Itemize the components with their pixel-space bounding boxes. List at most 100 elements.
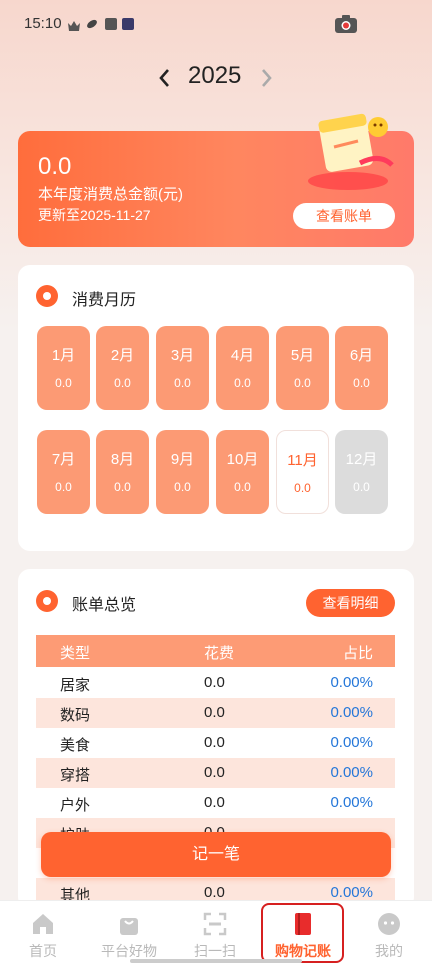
- month-tile[interactable]: 3月 0.0: [156, 326, 209, 410]
- month-label: 9月: [170, 451, 195, 468]
- month-value: 0.0: [234, 376, 251, 390]
- row-type: 美食: [60, 737, 91, 754]
- chevron-right-icon[interactable]: [259, 68, 273, 88]
- tab-label: 首页: [29, 943, 57, 959]
- month-tile[interactable]: 10月 0.0: [216, 430, 269, 514]
- month-tile[interactable]: 9月 0.0: [156, 430, 209, 514]
- home-indicator: [130, 959, 302, 963]
- row-cost: 0.0: [204, 794, 225, 811]
- spending-calendar-panel: 消费月历 1月 0.0 2月 0.0 3月 0.0 4月 0.0 5月 0.0 6月 0.0…: [18, 265, 414, 551]
- month-value: 0.0: [114, 376, 131, 390]
- row-ratio: 0.00%: [330, 674, 373, 691]
- home-icon: [33, 914, 53, 934]
- status-bar: 15:10: [0, 0, 432, 48]
- annual-summary-card: 0.0 本年度消费总金额(元) 更新至2025-11-27 查看账单: [18, 113, 414, 247]
- shopping-bag-icon: [120, 918, 138, 935]
- row-ratio: 0.00%: [330, 884, 373, 901]
- row-type: 数码: [60, 707, 91, 724]
- row-cost: 0.0: [204, 734, 225, 751]
- row-type: 居家: [60, 677, 91, 694]
- month-value: 0.0: [174, 376, 191, 390]
- column-header-ratio: 占比: [342, 645, 373, 662]
- table-row[interactable]: 穿搭 0.0 0.00%: [36, 758, 395, 788]
- bill-overview-title: 账单总览: [72, 597, 137, 614]
- crown-icon: [68, 21, 80, 31]
- tab-label: 平台好物: [101, 943, 157, 959]
- year-label: 2025: [188, 62, 242, 89]
- month-tile-current[interactable]: 11月 0.0: [276, 430, 329, 514]
- tab-profile[interactable]: 我的: [346, 901, 432, 965]
- month-label: 6月: [349, 347, 374, 364]
- month-value: 0.0: [353, 376, 370, 390]
- status-time: 15:10: [24, 15, 62, 32]
- table-row[interactable]: 数码 0.0 0.00%: [36, 698, 395, 728]
- annual-total-value: 0.0: [38, 153, 72, 180]
- row-ratio: 0.00%: [330, 794, 373, 811]
- section-dot-icon: [36, 285, 58, 307]
- scan-icon: [203, 912, 227, 936]
- update-date: 更新至2025-11-27: [38, 207, 151, 223]
- leaf-icon: [87, 19, 97, 29]
- row-ratio: 0.00%: [330, 734, 373, 751]
- month-label: 1月: [51, 347, 76, 364]
- annual-total-label: 本年度消费总金额(元): [38, 186, 183, 203]
- month-label: 8月: [110, 451, 135, 468]
- tab-home[interactable]: 首页: [0, 901, 86, 965]
- month-tile[interactable]: 5月 0.0: [276, 326, 329, 410]
- month-tile[interactable]: 1月 0.0: [37, 326, 90, 410]
- row-cost: 0.0: [204, 704, 225, 721]
- calendar-title: 消费月历: [72, 292, 137, 309]
- table-row[interactable]: 居家 0.0 0.00%: [36, 668, 395, 698]
- month-value: 0.0: [55, 376, 72, 390]
- month-value: 0.0: [294, 481, 311, 495]
- month-tile[interactable]: 6月 0.0: [335, 326, 388, 410]
- year-selector: 2025: [0, 60, 432, 96]
- month-tile[interactable]: 7月 0.0: [37, 430, 90, 514]
- month-label: 4月: [230, 347, 255, 364]
- table-row[interactable]: 美食 0.0 0.00%: [36, 728, 395, 758]
- row-cost: 0.0: [204, 764, 225, 781]
- month-value: 0.0: [353, 480, 370, 494]
- profile-icon: [378, 913, 400, 935]
- table-header: 类型 花费 占比: [36, 635, 395, 667]
- month-label: 10月: [226, 451, 259, 468]
- row-cost: 0.0: [204, 884, 225, 901]
- chevron-left-icon[interactable]: [158, 68, 172, 88]
- record-expense-button[interactable]: 记一笔: [41, 832, 391, 877]
- view-bill-button[interactable]: 查看账单: [293, 203, 395, 229]
- view-detail-button[interactable]: 查看明细: [306, 589, 395, 617]
- play-icon: [122, 18, 134, 30]
- month-label: 5月: [290, 347, 315, 364]
- row-type: 穿搭: [60, 767, 91, 784]
- calendar-illustration-icon: [308, 113, 394, 190]
- camera-icon[interactable]: [334, 14, 358, 34]
- month-tile[interactable]: 8月 0.0: [96, 430, 149, 514]
- month-label: 3月: [170, 347, 195, 364]
- section-dot-icon: [36, 590, 58, 612]
- month-value: 0.0: [114, 480, 131, 494]
- month-label: 11月: [287, 452, 318, 469]
- row-ratio: 0.00%: [330, 764, 373, 781]
- column-header-cost: 花费: [204, 645, 235, 662]
- tab-scan[interactable]: 扫一扫: [172, 901, 258, 965]
- month-label: 2月: [110, 347, 135, 364]
- tab-label: 扫一扫: [194, 943, 236, 959]
- bottom-tab-bar: 首页 平台好物 扫一扫 购物记账 我的: [0, 900, 432, 965]
- tab-platform-goods[interactable]: 平台好物: [86, 901, 172, 965]
- active-tab-highlight: [261, 903, 344, 963]
- month-label: 7月: [51, 451, 76, 468]
- month-tile[interactable]: 2月 0.0: [96, 326, 149, 410]
- month-value: 0.0: [234, 480, 251, 494]
- table-row[interactable]: 户外 0.0 0.00%: [36, 788, 395, 818]
- tab-label: 我的: [375, 943, 403, 959]
- month-label: 12月: [345, 451, 378, 468]
- month-tile[interactable]: 4月 0.0: [216, 326, 269, 410]
- row-cost: 0.0: [204, 674, 225, 691]
- month-value: 0.0: [174, 480, 191, 494]
- column-header-type: 类型: [60, 645, 91, 662]
- grid-app-icon: [105, 18, 117, 30]
- month-value: 0.0: [294, 376, 311, 390]
- month-value: 0.0: [55, 480, 72, 494]
- month-tile-future: 12月 0.0: [335, 430, 388, 514]
- row-type: 户外: [60, 797, 91, 814]
